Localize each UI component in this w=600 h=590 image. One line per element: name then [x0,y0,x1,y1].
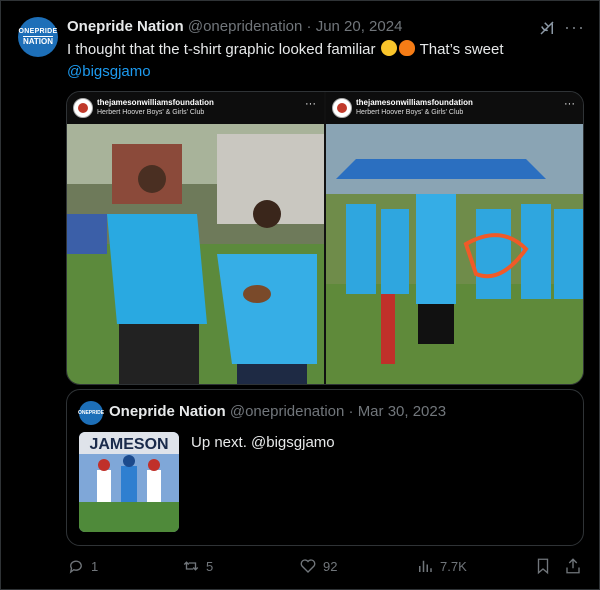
heart-icon [300,559,316,573]
reply-count: 1 [91,558,99,574]
laughing-face-emoji-icon [380,40,397,56]
instagram-avatar [73,98,93,118]
football-thumbnail-image: JAMESON [79,432,179,532]
separator: · [348,403,354,420]
more-options-icon[interactable]: ··· [564,17,585,38]
quoted-text: Up next. @bigsgjamo [191,434,335,451]
quoted-media-thumbnail[interactable]: JAMESON [79,432,179,532]
instagram-more-icon: ··· [305,98,316,110]
like-button[interactable]: 92 [299,557,337,575]
author-handle[interactable]: @onepridenation [188,18,302,35]
repost-icon [183,561,199,571]
repost-count: 5 [206,558,214,574]
quoted-tweet[interactable]: ONEPRIDE Onepride Nation @onepridenation… [66,389,584,546]
view-count: 7.7K [440,558,467,574]
reply-button[interactable]: 1 [67,557,98,575]
tweet-date[interactable]: Jun 20, 2024 [316,18,403,35]
like-count: 92 [323,558,338,574]
separator: · [306,18,312,35]
share-icon [566,558,580,574]
tweet-text: I thought that the t-shirt graphic looke… [67,40,504,80]
thumbnail-title: JAMESON [89,436,168,453]
author-name[interactable]: Onepride Nation [67,18,184,35]
reply-icon [69,560,82,574]
quoted-author-handle: @onepridenation [229,403,345,420]
photo-two-players [67,124,324,384]
quoted-header: Onepride Nation @onepridenation · Mar 30… [109,403,446,420]
instagram-avatar [332,98,352,118]
views-button[interactable]: 7.7K [416,557,467,575]
tweet-header: Onepride Nation @onepridenation · Jun 20… [67,18,402,35]
views-icon [419,560,432,572]
tweet-card: ONEPRIDE NATION Onepride Nation @oneprid… [0,0,600,590]
quoted-author-avatar: ONEPRIDE [78,401,104,425]
media-image-1[interactable]: thejamesonwilliamsfoundation Herbert Hoo… [67,92,324,384]
instagram-header: thejamesonwilliamsfoundation Herbert Hoo… [67,92,324,124]
mention-link[interactable]: @bigsgjamo [67,63,151,80]
media-grid: thejamesonwilliamsfoundation Herbert Hoo… [66,91,584,385]
share-button[interactable] [564,557,588,575]
grok-icon[interactable] [538,19,556,37]
media-image-2[interactable]: thejamesonwilliamsfoundation Herbert Hoo… [326,92,583,384]
quoted-date: Mar 30, 2023 [357,403,447,420]
quoted-author-name: Onepride Nation [109,403,226,420]
action-bar: 1 5 92 7.7K [1,557,600,579]
bookmark-button[interactable] [534,557,558,575]
repost-button[interactable]: 5 [182,557,213,575]
author-avatar[interactable]: ONEPRIDE NATION [18,17,58,57]
instagram-more-icon: ··· [564,98,575,110]
bookmark-icon [537,558,549,575]
fire-emoji-icon [398,40,415,56]
instagram-header: thejamesonwilliamsfoundation Herbert Hoo… [326,92,583,124]
photo-group-of-kids [326,124,583,384]
